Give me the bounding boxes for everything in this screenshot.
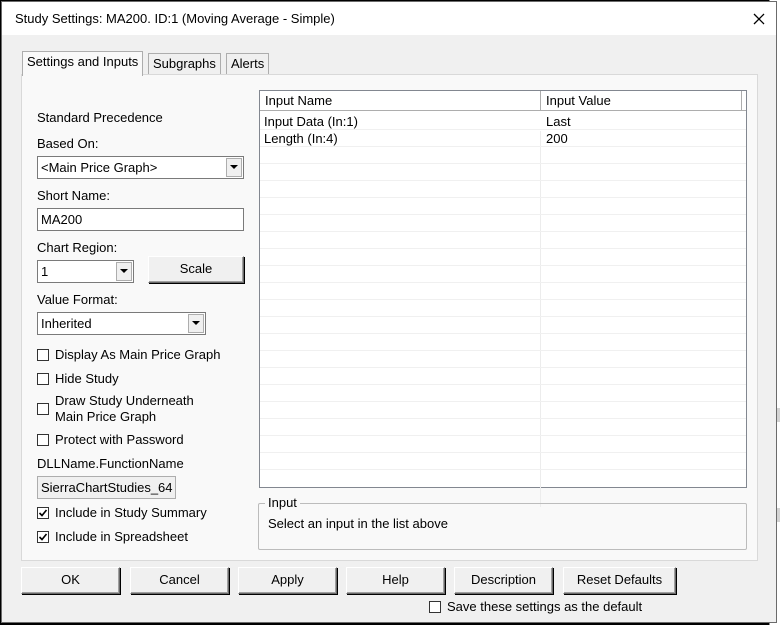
input-description-text: Select an input in the list above bbox=[268, 516, 448, 531]
include-summary-checkbox[interactable] bbox=[37, 507, 49, 519]
tab-label: Alerts bbox=[231, 56, 265, 71]
input-name-cell: Length (In:4) bbox=[264, 131, 338, 146]
include-summary-label: Include in Study Summary bbox=[55, 505, 207, 520]
list-row[interactable]: Input Data (In:1) Last bbox=[260, 113, 746, 130]
chevron-down-icon bbox=[226, 158, 242, 177]
empty-row bbox=[260, 215, 746, 232]
study-settings-dialog: Study Settings: MA200. ID:1 (Moving Aver… bbox=[1, 1, 777, 623]
input-name-cell: Input Data (In:1) bbox=[264, 114, 358, 129]
inputs-list[interactable]: Input Name Input Value Input Data (In:1)… bbox=[259, 90, 747, 507]
protect-password-label: Protect with Password bbox=[55, 432, 184, 447]
draw-underneath-checkbox[interactable] bbox=[37, 403, 49, 415]
based-on-value: <Main Price Graph> bbox=[41, 160, 158, 175]
help-button[interactable]: Help bbox=[346, 567, 445, 594]
display-as-main-label: Display As Main Price Graph bbox=[55, 347, 221, 362]
scale-button[interactable]: Scale bbox=[148, 256, 244, 283]
dll-function-label: DLLName.FunctionName bbox=[37, 456, 184, 471]
column-header-input-name[interactable]: Input Name bbox=[260, 91, 541, 111]
dll-function-input[interactable]: SierraChartStudies_64 bbox=[37, 476, 176, 499]
draw-underneath-label-line2: Main Price Graph bbox=[55, 409, 157, 424]
based-on-dropdown[interactable]: <Main Price Graph> bbox=[37, 156, 244, 179]
empty-row bbox=[260, 436, 746, 453]
description-button[interactable]: Description bbox=[454, 567, 553, 594]
checkmark-icon bbox=[38, 533, 48, 541]
empty-row bbox=[260, 147, 746, 164]
empty-row bbox=[260, 181, 746, 198]
empty-row bbox=[260, 402, 746, 419]
based-on-label: Based On: bbox=[37, 136, 99, 151]
tab-settings-and-inputs[interactable]: Settings and Inputs bbox=[22, 51, 144, 76]
chevron-down-icon bbox=[116, 262, 132, 281]
short-name-label: Short Name: bbox=[37, 188, 110, 203]
standard-precedence-label: Standard Precedence bbox=[37, 110, 163, 125]
include-spreadsheet-checkbox[interactable] bbox=[37, 531, 49, 543]
empty-row bbox=[260, 232, 746, 249]
list-header: Input Name Input Value bbox=[260, 91, 746, 111]
input-groupbox-title: Input bbox=[265, 495, 300, 510]
cancel-button[interactable]: Cancel bbox=[130, 567, 229, 594]
checkmark-icon bbox=[38, 509, 48, 517]
chevron-down-icon bbox=[188, 314, 204, 333]
include-spreadsheet-label: Include in Spreadsheet bbox=[55, 529, 188, 544]
chart-region-dropdown[interactable]: 1 bbox=[37, 260, 134, 283]
apply-button[interactable]: Apply bbox=[238, 567, 337, 594]
window-title: Study Settings: MA200. ID:1 (Moving Aver… bbox=[15, 11, 335, 26]
list-body: Input Data (In:1) Last Length (In:4) 200 bbox=[260, 111, 746, 507]
input-value-cell: 200 bbox=[546, 131, 568, 146]
value-format-value: Inherited bbox=[41, 316, 92, 331]
close-button[interactable] bbox=[742, 5, 776, 33]
empty-row bbox=[260, 334, 746, 351]
empty-row bbox=[260, 283, 746, 300]
tab-label: Subgraphs bbox=[153, 56, 216, 71]
empty-row bbox=[260, 368, 746, 385]
tab-label: Settings and Inputs bbox=[27, 54, 139, 69]
short-name-input[interactable]: MA200 bbox=[37, 208, 244, 231]
empty-row bbox=[260, 164, 746, 181]
input-value-cell: Last bbox=[546, 114, 571, 129]
chart-region-value: 1 bbox=[41, 264, 49, 279]
input-groupbox: Input Select an input in the list above bbox=[258, 495, 747, 550]
title-bar: Study Settings: MA200. ID:1 (Moving Aver… bbox=[2, 2, 776, 35]
value-format-dropdown[interactable]: Inherited bbox=[37, 312, 206, 335]
empty-row bbox=[260, 385, 746, 402]
list-row[interactable]: Length (In:4) 200 bbox=[260, 130, 746, 147]
column-header-input-value[interactable]: Input Value bbox=[541, 91, 742, 111]
hide-study-label: Hide Study bbox=[55, 371, 119, 386]
value-format-label: Value Format: bbox=[37, 292, 118, 307]
empty-row bbox=[260, 453, 746, 470]
empty-row bbox=[260, 198, 746, 215]
hide-study-checkbox[interactable] bbox=[37, 373, 49, 385]
empty-row bbox=[260, 317, 746, 334]
close-icon bbox=[753, 13, 765, 25]
save-default-label: Save these settings as the default bbox=[447, 599, 643, 614]
reset-defaults-button[interactable]: Reset Defaults bbox=[563, 567, 676, 594]
empty-row bbox=[260, 419, 746, 436]
chart-region-label: Chart Region: bbox=[37, 240, 118, 255]
draw-underneath-label-line1: Draw Study Underneath bbox=[55, 393, 194, 408]
tab-subgraphs[interactable]: Subgraphs bbox=[148, 53, 221, 74]
empty-row bbox=[260, 266, 746, 283]
empty-row bbox=[260, 300, 746, 317]
tab-alerts[interactable]: Alerts bbox=[226, 53, 270, 74]
save-default-checkbox[interactable] bbox=[429, 601, 441, 613]
display-as-main-checkbox[interactable] bbox=[37, 349, 49, 361]
empty-row bbox=[260, 249, 746, 266]
ok-button[interactable]: OK bbox=[21, 567, 120, 594]
empty-row bbox=[260, 351, 746, 368]
protect-password-checkbox[interactable] bbox=[37, 434, 49, 446]
